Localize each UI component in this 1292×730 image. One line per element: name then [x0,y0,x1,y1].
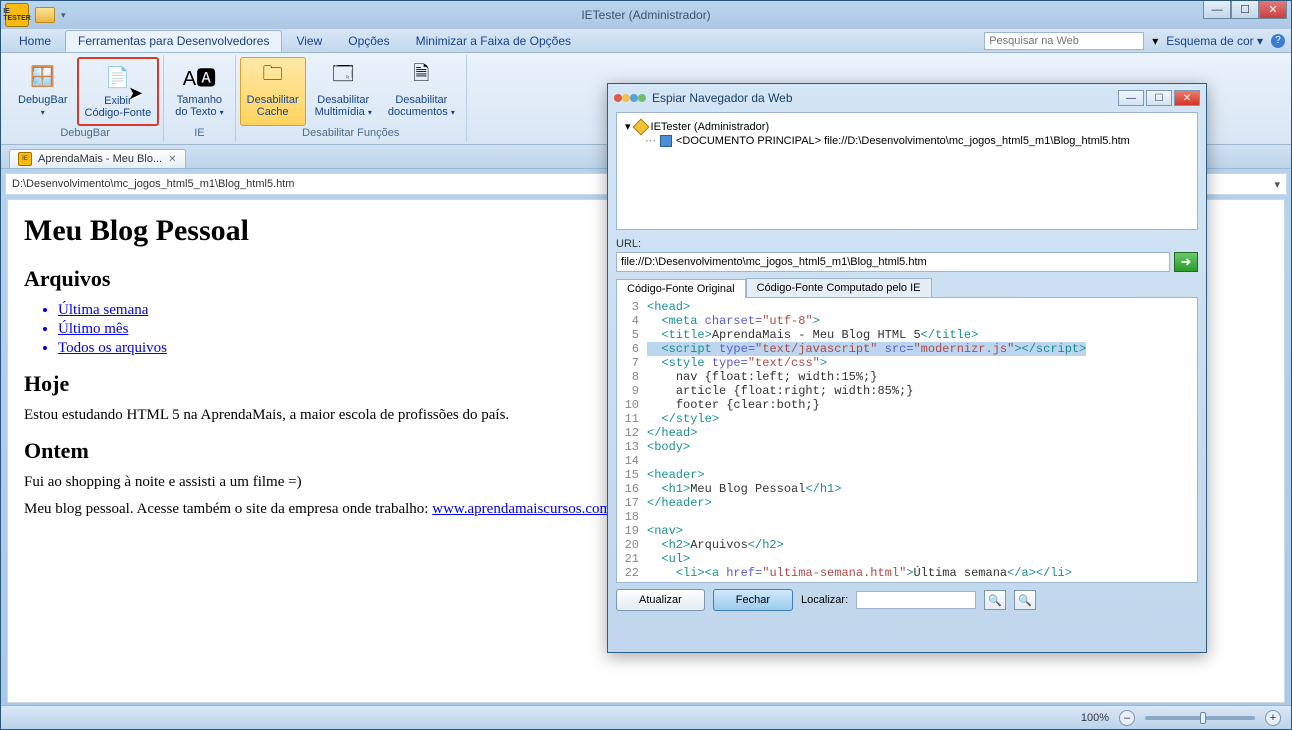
zoom-label: 100% [1081,712,1109,724]
find-label: Localizar: [801,594,848,606]
ie-icon: IE [18,152,32,166]
titlebar: IE TESTER ▾ IETester (Administrador) — ☐… [1,1,1291,29]
go-button[interactable]: ➜ [1174,252,1198,272]
exibir-codigo-icon: 📄 [102,61,134,93]
tree-collapse-icon[interactable]: ▾ [625,120,631,133]
debugbar-icon: 🪟 [27,60,59,92]
search-input[interactable] [984,32,1144,50]
source-tab[interactable]: Código-Fonte Original [616,279,746,298]
ribbon-exibir-codigo-button[interactable]: 📄ExibirCódigo-Fonte [77,57,160,126]
tree-doc-icon [660,135,672,147]
url-input[interactable] [616,252,1170,272]
zoom-in-button[interactable]: + [1265,710,1281,726]
ribbon-desabilitar-cache-button[interactable]: 🗀DesabilitarCache [240,57,306,126]
update-button[interactable]: Atualizar [616,589,705,611]
menu-tab-view[interactable]: View [284,31,334,51]
statusbar: 100% – + [1,705,1291,729]
source-tab[interactable]: Código-Fonte Computado pelo IE [746,278,932,297]
help-icon[interactable]: ? [1271,34,1285,48]
find-prev-button[interactable]: 🔍 [1014,590,1036,610]
dialog-close-button[interactable]: ✕ [1174,90,1200,106]
address-text: D:\Desenvolvimento\mc_jogos_html5_m1\Blo… [12,178,294,190]
find-next-button[interactable]: 🔍 [984,590,1006,610]
menubar: HomeFerramentas para DesenvolvedoresView… [1,29,1291,53]
ribbon-group-label: DebugBar [11,126,159,140]
document-tab[interactable]: IE AprendaMais - Meu Blo... ✕ [9,149,186,168]
ribbon-desabilitar-multimidia-button[interactable]: 🗔DesabilitarMultimídia ▾ [308,57,379,126]
window-title: IETester (Administrador) [581,8,710,22]
address-expand-icon[interactable]: ▾ [1274,178,1280,191]
qat-open-icon[interactable] [35,7,55,23]
tree-doc-label[interactable]: <DOCUMENTO PRINCIPAL> file://D:\Desenvol… [676,135,1130,147]
desabilitar-multimidia-icon: 🗔 [327,60,359,92]
menu-tab-minimizar-a-faixa-de-opções[interactable]: Minimizar a Faixa de Opções [404,31,583,51]
tree-root-label: IETester (Administrador) [651,121,770,133]
dialog-maximize-button[interactable]: ☐ [1146,90,1172,106]
tree-app-icon [632,118,649,135]
desabilitar-documentos-icon: 🗎 [405,60,437,92]
menu-tab-ferramentas-para-desenvolvedores[interactable]: Ferramentas para Desenvolvedores [65,30,282,52]
source-code-panel[interactable]: 3<head>4 <meta charset="utf-8">5 <title>… [616,297,1198,583]
qat-dropdown-icon[interactable]: ▾ [61,10,66,21]
ribbon-group-label: IE [168,126,230,140]
close-tab-icon[interactable]: ✕ [168,154,176,165]
app-icon: IE TESTER [5,3,29,27]
menu-tab-opções[interactable]: Opções [336,31,401,51]
minimize-button[interactable]: — [1203,1,1231,19]
ribbon-tamanho-texto-button[interactable]: A🅰Tamanhodo Texto ▾ [168,57,230,126]
close-button[interactable]: ✕ [1259,1,1287,19]
ribbon-desabilitar-documentos-button[interactable]: 🗎Desabilitardocumentos ▾ [381,57,462,126]
footer-link[interactable]: www.aprendamaiscursos.com.br [432,501,627,517]
url-label: URL: [616,238,1198,250]
dialog-minimize-button[interactable]: — [1118,90,1144,106]
maximize-button[interactable]: ☐ [1231,1,1259,19]
color-scheme-button[interactable]: Esquema de cor ▾ [1166,34,1263,48]
tamanho-texto-icon: A🅰 [183,60,215,92]
desabilitar-cache-icon: 🗀 [257,60,289,92]
dialog-close-action-button[interactable]: Fechar [713,589,793,611]
zoom-out-button[interactable]: – [1119,710,1135,726]
search-dropdown-icon[interactable]: ▾ [1152,34,1158,48]
ribbon-group-label: Desabilitar Funções [240,126,462,140]
dom-tree[interactable]: ▾IETester (Administrador) ⋯<DOCUMENTO PR… [616,112,1198,230]
find-input[interactable] [856,591,976,609]
dialog-icon [614,94,646,102]
ribbon-debugbar-button[interactable]: 🪟DebugBar ▾ [11,57,75,126]
dialog-title: Espiar Navegador da Web [652,91,793,105]
zoom-slider[interactable] [1145,716,1255,720]
document-tab-title: AprendaMais - Meu Blo... [38,153,162,165]
menu-tab-home[interactable]: Home [7,31,63,51]
inspector-dialog: Espiar Navegador da Web — ☐ ✕ ▾ IETester … [607,83,1207,653]
